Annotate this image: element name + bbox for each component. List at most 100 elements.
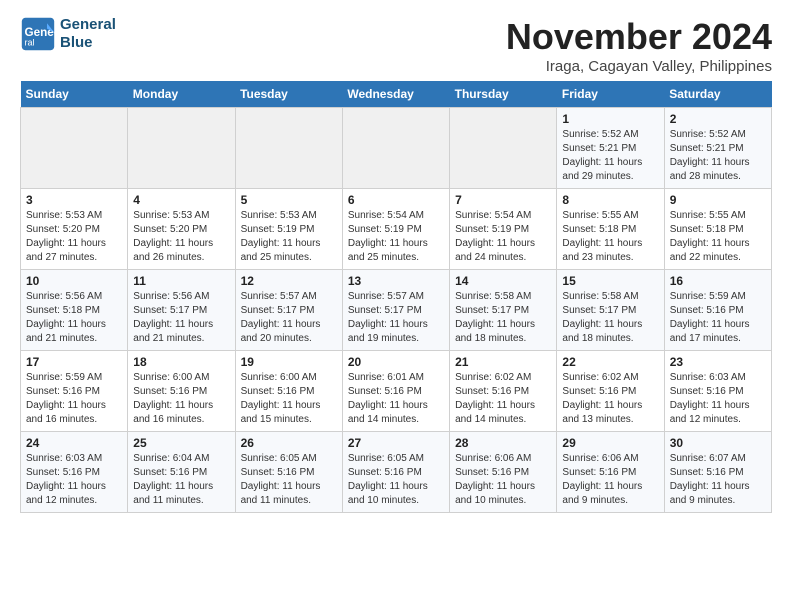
calendar-cell: 1 Sunrise: 5:52 AM Sunset: 5:21 PM Daylig… (557, 108, 664, 189)
day-number: 20 (348, 355, 444, 369)
calendar-cell: 21 Sunrise: 6:02 AM Sunset: 5:16 PM Dayli… (450, 351, 557, 432)
day-info: Sunrise: 5:54 AM Sunset: 5:19 PM Dayligh… (455, 209, 551, 265)
day-info: Sunrise: 6:02 AM Sunset: 5:16 PM Dayligh… (455, 371, 551, 427)
calendar-cell: 2Sunrise: 5:52 AM Sunset: 5:21 PM Daylig… (664, 108, 771, 189)
calendar-cell: 13 Sunrise: 5:57 AM Sunset: 5:17 PM Dayli… (342, 270, 449, 351)
day-number: 1 (562, 112, 658, 126)
calendar-cell: 10Sunrise: 5:56 AM Sunset: 5:18 PM Dayli… (21, 270, 128, 351)
day-info: Sunrise: 5:55 AM Sunset: 5:18 PM Dayligh… (562, 209, 658, 265)
day-info: Sunrise: 5:53 AM Sunset: 5:19 PM Dayligh… (241, 209, 337, 265)
week-row-4: 17 Sunrise: 5:59 AM Sunset: 5:16 PM Dayli… (21, 351, 772, 432)
day-info: Sunrise: 6:03 AM Sunset: 5:16 PM Dayligh… (670, 371, 766, 427)
day-number: 5 (241, 193, 337, 207)
day-number: 19 (241, 355, 337, 369)
calendar-cell: 19Sunrise: 6:00 AM Sunset: 5:16 PM Dayli… (235, 351, 342, 432)
location-title: Iraga, Cagayan Valley, Philippines (506, 58, 772, 75)
calendar-cell (128, 108, 235, 189)
day-number: 22 (562, 355, 658, 369)
day-number: 14 (455, 274, 551, 288)
calendar-table: SundayMondayTuesdayWednesdayThursdayFrid… (20, 81, 772, 513)
day-number: 8 (562, 193, 658, 207)
day-number: 23 (670, 355, 766, 369)
day-info: Sunrise: 5:59 AM Sunset: 5:16 PM Dayligh… (670, 290, 766, 346)
calendar-cell: 24 Sunrise: 6:03 AM Sunset: 5:16 PM Dayli… (21, 432, 128, 513)
day-number: 3 (26, 193, 122, 207)
logo: Gene- ral General Blue (20, 16, 116, 52)
logo-text-line2: Blue (60, 34, 116, 52)
month-title: November 2024 (506, 16, 772, 58)
calendar-cell: 11 Sunrise: 5:56 AM Sunset: 5:17 PM Dayli… (128, 270, 235, 351)
day-number: 29 (562, 436, 658, 450)
day-number: 28 (455, 436, 551, 450)
day-info: Sunrise: 5:57 AM Sunset: 5:17 PM Dayligh… (348, 290, 444, 346)
calendar-cell (450, 108, 557, 189)
week-row-2: 3 Sunrise: 5:53 AM Sunset: 5:20 PM Daylig… (21, 189, 772, 270)
calendar-cell: 20 Sunrise: 6:01 AM Sunset: 5:16 PM Dayli… (342, 351, 449, 432)
weekday-header-thursday: Thursday (450, 81, 557, 108)
calendar-cell: 25 Sunrise: 6:04 AM Sunset: 5:16 PM Dayli… (128, 432, 235, 513)
day-number: 30 (670, 436, 766, 450)
day-number: 4 (133, 193, 229, 207)
day-info: Sunrise: 5:59 AM Sunset: 5:16 PM Dayligh… (26, 371, 122, 427)
week-row-5: 24 Sunrise: 6:03 AM Sunset: 5:16 PM Dayli… (21, 432, 772, 513)
calendar-cell: 15 Sunrise: 5:58 AM Sunset: 5:17 PM Dayli… (557, 270, 664, 351)
weekday-header-sunday: Sunday (21, 81, 128, 108)
day-number: 21 (455, 355, 551, 369)
calendar-cell: 7 Sunrise: 5:54 AM Sunset: 5:19 PM Daylig… (450, 189, 557, 270)
day-info: Sunrise: 5:56 AM Sunset: 5:17 PM Dayligh… (133, 290, 229, 346)
calendar-cell: 6 Sunrise: 5:54 AM Sunset: 5:19 PM Daylig… (342, 189, 449, 270)
calendar-cell: 4 Sunrise: 5:53 AM Sunset: 5:20 PM Daylig… (128, 189, 235, 270)
calendar-cell (235, 108, 342, 189)
day-info: Sunrise: 5:55 AM Sunset: 5:18 PM Dayligh… (670, 209, 766, 265)
calendar-cell: 5 Sunrise: 5:53 AM Sunset: 5:19 PM Daylig… (235, 189, 342, 270)
day-info: Sunrise: 5:56 AM Sunset: 5:18 PM Dayligh… (26, 290, 122, 346)
day-info: Sunrise: 6:01 AM Sunset: 5:16 PM Dayligh… (348, 371, 444, 427)
day-number: 6 (348, 193, 444, 207)
day-info: Sunrise: 6:04 AM Sunset: 5:16 PM Dayligh… (133, 452, 229, 508)
weekday-header-monday: Monday (128, 81, 235, 108)
day-number: 11 (133, 274, 229, 288)
day-info: Sunrise: 5:58 AM Sunset: 5:17 PM Dayligh… (562, 290, 658, 346)
week-row-3: 10Sunrise: 5:56 AM Sunset: 5:18 PM Dayli… (21, 270, 772, 351)
day-number: 27 (348, 436, 444, 450)
day-info: Sunrise: 5:52 AM Sunset: 5:21 PM Dayligh… (562, 128, 658, 184)
day-number: 16 (670, 274, 766, 288)
day-number: 25 (133, 436, 229, 450)
day-number: 17 (26, 355, 122, 369)
weekday-header-wednesday: Wednesday (342, 81, 449, 108)
week-row-1: 1 Sunrise: 5:52 AM Sunset: 5:21 PM Daylig… (21, 108, 772, 189)
calendar-cell: 29 Sunrise: 6:06 AM Sunset: 5:16 PM Dayli… (557, 432, 664, 513)
calendar-cell: 22Sunrise: 6:02 AM Sunset: 5:16 PM Dayli… (557, 351, 664, 432)
svg-text:ral: ral (25, 38, 35, 48)
day-info: Sunrise: 6:06 AM Sunset: 5:16 PM Dayligh… (455, 452, 551, 508)
title-section: November 2024 Iraga, Cagayan Valley, Phi… (506, 16, 772, 75)
calendar-cell: 9Sunrise: 5:55 AM Sunset: 5:18 PM Daylig… (664, 189, 771, 270)
calendar-cell: 30 Sunrise: 6:07 AM Sunset: 5:16 PM Dayli… (664, 432, 771, 513)
day-number: 15 (562, 274, 658, 288)
calendar-cell: 26Sunrise: 6:05 AM Sunset: 5:16 PM Dayli… (235, 432, 342, 513)
calendar-cell: 17 Sunrise: 5:59 AM Sunset: 5:16 PM Dayli… (21, 351, 128, 432)
calendar-cell (342, 108, 449, 189)
day-info: Sunrise: 6:06 AM Sunset: 5:16 PM Dayligh… (562, 452, 658, 508)
page-header: Gene- ral General Blue November 2024 Ira… (20, 16, 772, 75)
weekday-header-friday: Friday (557, 81, 664, 108)
weekday-header-saturday: Saturday (664, 81, 771, 108)
day-info: Sunrise: 6:07 AM Sunset: 5:16 PM Dayligh… (670, 452, 766, 508)
day-info: Sunrise: 5:54 AM Sunset: 5:19 PM Dayligh… (348, 209, 444, 265)
calendar-cell: 14Sunrise: 5:58 AM Sunset: 5:17 PM Dayli… (450, 270, 557, 351)
day-info: Sunrise: 6:05 AM Sunset: 5:16 PM Dayligh… (348, 452, 444, 508)
day-number: 7 (455, 193, 551, 207)
day-info: Sunrise: 5:53 AM Sunset: 5:20 PM Dayligh… (26, 209, 122, 265)
day-number: 18 (133, 355, 229, 369)
day-info: Sunrise: 5:53 AM Sunset: 5:20 PM Dayligh… (133, 209, 229, 265)
calendar-cell: 8 Sunrise: 5:55 AM Sunset: 5:18 PM Daylig… (557, 189, 664, 270)
day-number: 2 (670, 112, 766, 126)
calendar-cell (21, 108, 128, 189)
weekday-header-tuesday: Tuesday (235, 81, 342, 108)
day-info: Sunrise: 6:00 AM Sunset: 5:16 PM Dayligh… (133, 371, 229, 427)
calendar-cell: 12Sunrise: 5:57 AM Sunset: 5:17 PM Dayli… (235, 270, 342, 351)
day-number: 13 (348, 274, 444, 288)
day-number: 24 (26, 436, 122, 450)
day-info: Sunrise: 6:03 AM Sunset: 5:16 PM Dayligh… (26, 452, 122, 508)
calendar-cell: 28 Sunrise: 6:06 AM Sunset: 5:16 PM Dayli… (450, 432, 557, 513)
